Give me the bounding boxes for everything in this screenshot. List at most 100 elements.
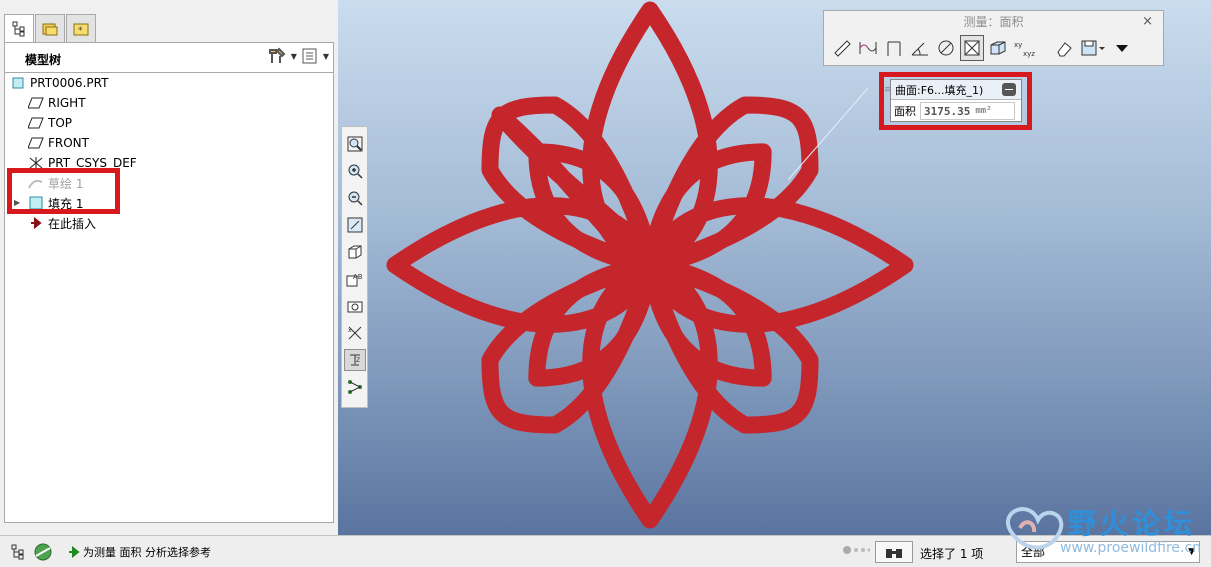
svg-text:*: * [78,26,83,36]
svg-text:Z: Z [356,357,360,364]
status-message-text: 为测量 面积 分析选择参考 [83,546,211,559]
model-tree-header: 模型树 ▼ ▼ [5,43,333,73]
green-arrow-icon [69,546,80,558]
tree-item-part[interactable]: PRT0006.PRT [5,73,333,93]
length-icon [859,42,877,54]
camera-icon [347,301,363,313]
graphics-viewport[interactable] [338,0,1211,535]
measure-angle-button[interactable] [908,35,932,61]
binoculars-icon [886,549,902,558]
datum-plane-icon [27,135,45,151]
panel-tabs: * [4,14,97,43]
tab-folder-browser[interactable] [35,14,65,42]
model-tree-icon [11,544,24,560]
progress-dots [842,545,870,555]
folder-icon [42,23,58,35]
measure-length-button[interactable] [856,35,880,61]
angle-icon [911,42,928,56]
selection-count: 选择了 1 项 [920,547,984,561]
chevron-down-icon[interactable]: ▼ [291,52,297,61]
model-tree-icon [12,21,25,37]
tree-tools: ▼ ▼ [267,47,329,65]
model-tree-title: 模型树 [25,53,62,67]
spin-center-button[interactable] [344,376,366,398]
find-button[interactable] [875,541,913,563]
forum-watermark: 野火论坛 www.proewildfire.cn [1000,498,1208,564]
left-panel: * 模型树 ▼ ▼ PRT0006.PRT RIGHT TOP FRONT PR… [0,0,338,535]
flower-shape [395,1,905,520]
save-measure-button[interactable] [1078,35,1108,61]
tree-item-right[interactable]: RIGHT [5,93,333,113]
measure-volume-button[interactable] [986,35,1010,61]
tab-favorites[interactable]: * [66,14,96,42]
tree-item-label: TOP [48,116,73,130]
zoom-in-icon [348,164,363,179]
display-style-button[interactable] [344,241,366,263]
distance-icon [834,40,851,57]
globe-icon [34,543,52,561]
repaint-icon [347,217,363,233]
zoom-fit-icon [347,136,363,152]
radius-icon [938,40,954,56]
status-message: 为测量 面积 分析选择参考 [68,544,211,560]
svg-text:xy: xy [1014,41,1022,49]
busy-indicator-icon [843,546,870,554]
show-list-icon[interactable] [301,47,319,65]
saved-views-icon: AB [346,273,363,287]
saved-views-button[interactable]: AB [344,268,366,290]
diameter-icon [887,41,901,56]
tree-item-front[interactable]: FRONT [5,133,333,153]
measure-area-button[interactable] [960,35,984,61]
filled-surface-geometry[interactable] [338,0,1211,535]
tab-model-tree[interactable] [4,14,34,43]
result-highlight-box [879,72,1032,130]
more-icon [1116,45,1128,52]
tree-item-top[interactable]: TOP [5,113,333,133]
tree-settings-icon[interactable] [267,47,287,65]
svg-text:AB: AB [353,273,363,281]
datum-plane-icon [27,95,45,111]
annotation-display-button[interactable]: Z [344,349,366,371]
measure-diameter-button[interactable] [882,35,906,61]
measure-radius-button[interactable] [934,35,958,61]
close-icon[interactable]: × [1142,14,1153,29]
csys-toggle-icon: x [348,326,362,340]
zoom-out-button[interactable] [344,187,366,209]
measure-transform-button[interactable]: xy xyz [1012,35,1036,61]
area-icon [964,40,980,56]
zoom-out-icon [348,191,363,206]
tree-item-label: RIGHT [48,96,86,110]
model-tree-panel: 模型树 ▼ ▼ PRT0006.PRT RIGHT TOP FRONT PRT_… [4,42,334,523]
zoom-in-button[interactable] [344,160,366,182]
tree-item-insert-here[interactable]: 在此插入 [5,213,333,233]
browser-toggle-button[interactable] [33,542,53,562]
refit-button[interactable] [344,133,366,155]
show-tree-button[interactable] [8,542,28,562]
transform-icon: xyxyz [1014,41,1035,58]
watermark-url: www.proewildfire.cn [1060,540,1202,556]
csys-display-button[interactable]: x [344,322,366,344]
eraser-icon [1057,42,1072,57]
chevron-down-icon[interactable]: ▼ [323,52,329,61]
tree-item-label: FRONT [48,136,89,150]
datum-plane-icon [27,115,45,131]
volume-icon [990,41,1006,55]
favorites-icon: * [73,23,89,36]
annotation-icon: Z [350,354,360,366]
view-toolbar: AB x Z [341,126,368,408]
svg-text:xyz: xyz [1023,50,1035,58]
clear-measure-button[interactable] [1052,35,1076,61]
repaint-button[interactable] [344,214,366,236]
watermark-title: 野火论坛 [1068,507,1197,540]
measure-dialog: 测量：面积 × xy xyz [823,10,1164,66]
measure-tools: xy xyz [830,35,1136,61]
spin-center-icon [348,380,362,394]
view-manager-button[interactable] [344,295,366,317]
insert-here-arrow-icon [27,215,45,231]
tree-item-label: 在此插入 [48,216,97,231]
measure-dialog-title: 测量：面积 [963,15,1024,29]
part-icon [9,75,27,91]
measure-distance-button[interactable] [830,35,854,61]
more-options-button[interactable] [1110,35,1134,61]
save-icon [1081,40,1105,56]
